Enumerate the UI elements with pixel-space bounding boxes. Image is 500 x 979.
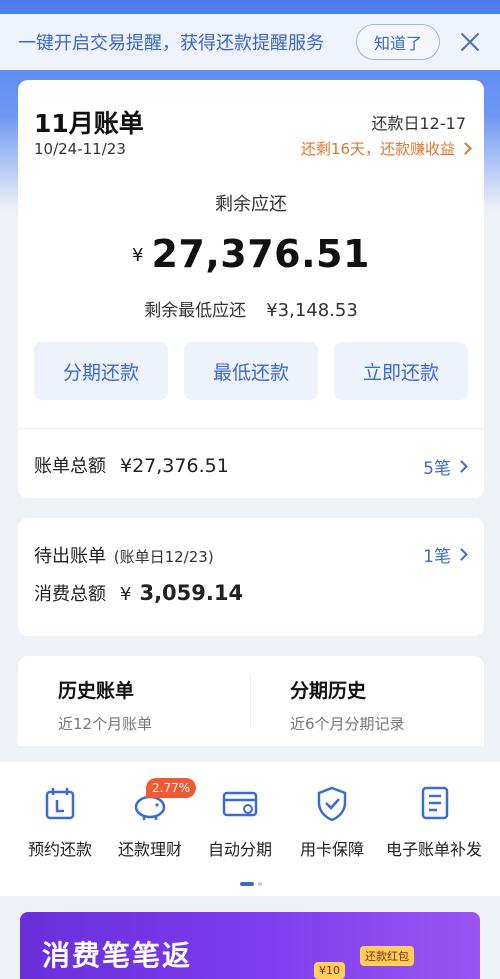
minimum-repay-button[interactable]: 最低还款 — [184, 342, 318, 400]
service-auto-installment[interactable]: 自动分期 — [190, 784, 290, 860]
notification-banner: 一键开启交易提醒，获得还款提醒服务 知道了 — [0, 14, 500, 70]
repay-actions: 分期还款 最低还款 立即还款 — [34, 342, 468, 400]
card-cycle-icon — [220, 784, 260, 824]
service-scheduled-repay[interactable]: 预约还款 — [10, 784, 110, 860]
due-remain-text: 还剩16天，还款赚收益 — [300, 140, 455, 158]
divider — [18, 428, 484, 429]
service-label: 预约还款 — [27, 840, 92, 859]
bill-title: 11月账单 — [34, 109, 144, 138]
due-date: 还款日12-17 — [371, 114, 467, 133]
chevron-right-icon — [459, 142, 472, 155]
installment-repay-button[interactable]: 分期还款 — [34, 342, 168, 400]
promo-ticket: 还款红包 — [360, 946, 414, 966]
installment-history-title: 分期历史 — [290, 680, 367, 702]
rate-badge: 2.77% — [146, 778, 197, 798]
history-card: 历史账单 近12个月账单 分期历史 近6个月分期记录 — [18, 656, 484, 746]
bill-transactions-count: 5笔 — [423, 459, 451, 479]
remaining-amount: ¥27,376.51 — [18, 232, 484, 276]
divider — [250, 674, 251, 728]
spend-total-value: 3,059.14 — [139, 581, 244, 605]
remaining-label: 剩余应还 — [215, 194, 287, 215]
spend-total: 消费总额 ¥3,059.14 — [34, 580, 243, 606]
pending-count: 1笔 — [423, 547, 451, 567]
service-label: 自动分期 — [207, 840, 272, 859]
min-due-label: 剩余最低应还 — [144, 301, 247, 321]
shield-check-icon — [312, 784, 352, 824]
pending-transactions-link[interactable]: 1笔 — [423, 542, 468, 567]
pending-title: 待出账单 (账单日12/23) — [34, 542, 214, 568]
bill-period: 10/24-11/23 — [34, 140, 126, 158]
currency-symbol: ¥ — [120, 584, 132, 605]
installment-history-entry[interactable]: 分期历史 近6个月分期记录 — [290, 676, 405, 734]
installment-history-sub: 近6个月分期记录 — [290, 715, 405, 733]
history-bills-title: 历史账单 — [58, 680, 135, 702]
pending-bill-card[interactable]: 待出账单 (账单日12/23) 1笔 消费总额 ¥3,059.14 — [18, 518, 484, 636]
min-due: 剩余最低应还 ¥3,148.53 — [18, 296, 484, 321]
remaining-amount-value: 27,376.51 — [151, 232, 370, 276]
history-bills-entry[interactable]: 历史账单 近12个月账单 — [58, 676, 152, 734]
page-dot-active — [240, 882, 254, 886]
pending-title-label: 待出账单 — [34, 546, 106, 567]
promo-banner[interactable]: 消费笔笔返 ¥10 还款红包 — [20, 912, 480, 979]
chevron-right-icon — [455, 548, 468, 561]
service-grid: 预约还款 还款理财 自动分期 用卡保障 电子账单补发 2.77% — [0, 762, 500, 896]
pending-statement-date: (账单日12/23) — [113, 548, 214, 566]
service-card-protection[interactable]: 用卡保障 — [282, 784, 382, 860]
currency-symbol: ¥ — [132, 245, 144, 266]
bill-total-label: 账单总额 — [34, 456, 106, 477]
close-icon[interactable] — [458, 30, 482, 54]
promo-illustration: ¥10 还款红包 — [310, 926, 460, 979]
bill-total-value: ¥27,376.51 — [120, 455, 229, 477]
document-icon — [414, 784, 454, 824]
service-ebill-resend[interactable]: 电子账单补发 — [384, 784, 484, 860]
notice-text: 一键开启交易提醒，获得还款提醒服务 — [18, 33, 324, 54]
service-label: 用卡保障 — [299, 840, 364, 859]
min-due-value: ¥3,148.53 — [266, 300, 358, 321]
chevron-right-icon — [455, 460, 468, 473]
acknowledge-button[interactable]: 知道了 — [356, 24, 440, 60]
bill-total: 账单总额 ¥27,376.51 — [34, 452, 229, 478]
bill-transactions-link[interactable]: 5笔 — [423, 454, 468, 479]
promo-title: 消费笔笔返 — [42, 939, 193, 972]
due-remain-link[interactable]: 还剩16天，还款赚收益 — [300, 138, 472, 159]
repay-now-button[interactable]: 立即还款 — [334, 342, 468, 400]
page-indicator — [240, 882, 262, 886]
bill-card: 11月账单 10/24-11/23 还款日12-17 还剩16天，还款赚收益 剩… — [18, 80, 484, 498]
service-label: 还款理财 — [117, 840, 182, 859]
promo-ticket: ¥10 — [314, 962, 345, 979]
history-bills-sub: 近12个月账单 — [58, 715, 153, 733]
page-dot — [258, 882, 262, 886]
calendar-icon — [40, 784, 80, 824]
spend-total-label: 消费总额 — [34, 584, 106, 605]
service-label: 电子账单补发 — [385, 840, 482, 859]
